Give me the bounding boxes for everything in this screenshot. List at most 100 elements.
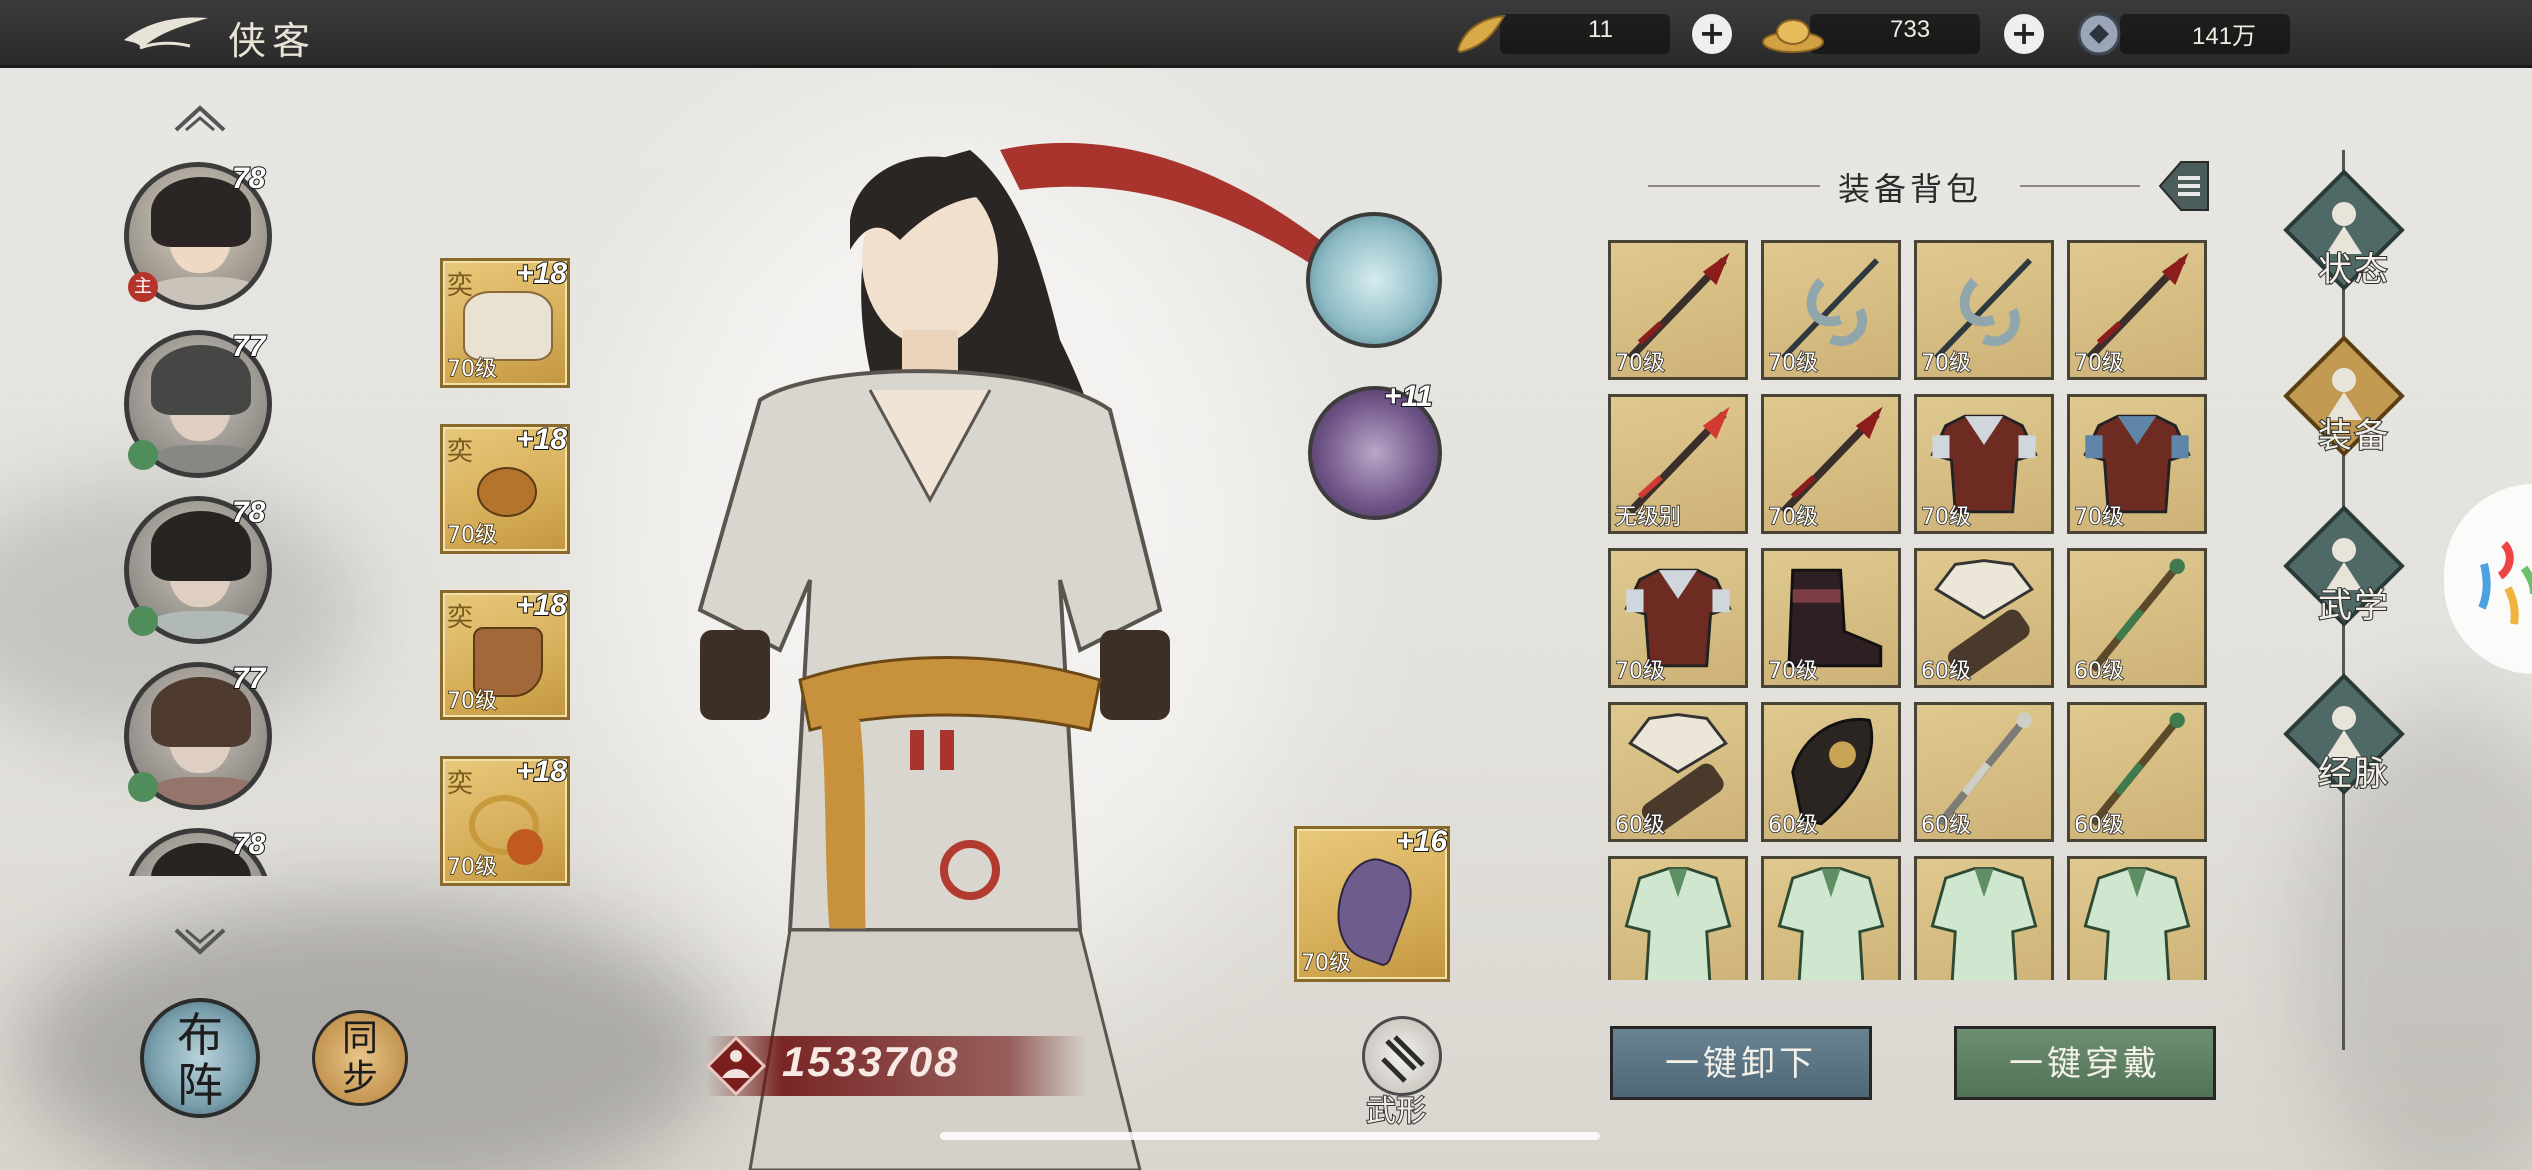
page-title: 侠客	[228, 19, 317, 63]
item-art-icon	[1930, 867, 2038, 980]
bag-item-armor[interactable]: 70级	[1608, 548, 1748, 688]
bag-item-armor-blue[interactable]: 70级	[2067, 394, 2207, 534]
item-level: 60级	[1614, 812, 1666, 839]
top-bar: 侠客 11 + 733 + 141万	[0, 0, 2532, 68]
bag-item-staff-silver[interactable]: 60级	[1914, 702, 2054, 842]
sync-button[interactable]: 同步	[312, 1010, 408, 1106]
hero-level: 77	[231, 661, 266, 696]
item-art-icon	[2083, 867, 2191, 980]
set-sigil: 奕	[447, 271, 474, 301]
back-brush-icon[interactable]	[120, 12, 210, 56]
role-badge-icon	[128, 440, 158, 470]
item-level: 70级	[446, 688, 498, 715]
bag-item-shield[interactable]: 60级	[1761, 702, 1901, 842]
bag-item-claw[interactable]: 70级	[1761, 240, 1901, 380]
side-nav-label: 状态	[2317, 249, 2390, 291]
bag-item-armor[interactable]: 70级	[1914, 394, 2054, 534]
enhance-level: +18	[515, 256, 568, 291]
formation-label: 布阵	[177, 1008, 223, 1112]
item-art-icon	[1624, 867, 1732, 980]
bag-item-staff[interactable]: 60级	[2067, 548, 2207, 688]
divider	[2020, 185, 2140, 187]
bag-item-fan[interactable]: 60级	[1608, 702, 1748, 842]
meditation-icon	[705, 1035, 767, 1097]
item-level: 70级	[1614, 658, 1666, 685]
bag-item-blade-red[interactable]: 无级别	[1608, 394, 1748, 534]
hero-level: 78	[231, 495, 266, 530]
bag-item-claw[interactable]: 70级	[1914, 240, 2054, 380]
floating-assistant-button[interactable]	[2444, 484, 2532, 674]
equipment-bag-grid: 70级 70级 70级 70级 无级别 70级 70级 70级 70级 70级 60级 60级 60级 6…	[1608, 240, 2220, 980]
equip-slot-robe[interactable]: 奕 +18 70级	[440, 256, 570, 388]
assistant-logo-icon	[2478, 541, 2532, 625]
sync-label: 同步	[341, 1018, 378, 1099]
set-sigil: 奕	[447, 437, 474, 467]
item-level: 60级	[1920, 812, 1972, 839]
divider	[1648, 185, 1820, 187]
item-level: 70级	[2073, 350, 2125, 377]
enhance-level: +16	[1395, 824, 1448, 859]
hero-level: 78	[231, 161, 266, 196]
bag-item-robe-green[interactable]	[1761, 856, 1901, 980]
item-art-icon	[1777, 867, 1885, 980]
combat-power-value: 1533708	[782, 1038, 960, 1085]
enhance-level: +18	[515, 588, 568, 623]
item-level: 60级	[1920, 658, 1972, 685]
wuxing-label: 武形	[1365, 1093, 1427, 1130]
sort-menu-icon[interactable]	[2150, 158, 2212, 214]
bag-item-robe-green[interactable]	[1608, 856, 1748, 980]
bag-item-staff[interactable]: 60级	[2067, 702, 2207, 842]
hero-level: 78	[231, 827, 266, 862]
enhance-level: +18	[515, 422, 568, 457]
item-level: 70级	[1300, 950, 1352, 977]
item-level: 70级	[1767, 658, 1819, 685]
gold-ingot-icon	[1456, 14, 1506, 54]
item-level: 70级	[446, 356, 498, 383]
equip-all-button[interactable]: 一键穿戴	[1954, 1026, 2216, 1100]
set-sigil: 奕	[447, 603, 474, 633]
item-level: 70级	[2073, 504, 2125, 531]
add-resource-button[interactable]: +	[1692, 14, 1732, 54]
equip-slot-belt[interactable]: 奕 +18 70级	[440, 422, 570, 554]
side-nav-label: 武学	[2317, 585, 2390, 627]
bag-item-robe-green[interactable]	[2067, 856, 2207, 980]
bag-item-robe-green[interactable]	[1914, 856, 2054, 980]
item-level: 70级	[1767, 350, 1819, 377]
gold-yuanbao-icon	[1762, 19, 1824, 53]
item-level: 70级	[1767, 504, 1819, 531]
item-level: 60级	[2073, 812, 2125, 839]
equip-slot-weapon[interactable]: +16 70级	[1294, 824, 1450, 982]
resource-value: 733	[1890, 16, 1931, 43]
bag-item-boots[interactable]: 70级	[1761, 548, 1901, 688]
home-indicator[interactable]	[940, 1132, 1600, 1140]
set-sigil: 奕	[447, 769, 474, 799]
bag-item-spear[interactable]: 70级	[1608, 240, 1748, 380]
wuxing-button[interactable]	[1362, 1016, 1442, 1096]
enhance-level: +18	[515, 754, 568, 789]
formation-button[interactable]: 布阵	[140, 998, 260, 1118]
cloud-orb-icon[interactable]	[1306, 212, 1442, 348]
item-level: 70级	[1920, 350, 1972, 377]
hero-level: 77	[231, 329, 266, 364]
bag-item-spear[interactable]: 70级	[2067, 240, 2207, 380]
unequip-all-button[interactable]: 一键卸下	[1610, 1026, 1872, 1100]
item-level: 70级	[1920, 504, 1972, 531]
equip-slot-ring[interactable]: 奕 +18 70级	[440, 754, 570, 886]
copper-coin-icon	[2077, 12, 2121, 56]
item-level: 70级	[446, 522, 498, 549]
item-level: 70级	[446, 854, 498, 881]
equip-slot-boots[interactable]: 奕 +18 70级	[440, 588, 570, 720]
item-level: 无级别	[1614, 504, 1682, 531]
role-badge-icon	[128, 606, 158, 636]
bag-item-spear[interactable]: 70级	[1761, 394, 1901, 534]
role-badge-icon	[128, 772, 158, 802]
item-level: 60级	[2073, 658, 2125, 685]
main-badge: 主	[128, 272, 158, 302]
item-level: 60级	[1767, 812, 1819, 839]
add-resource-button[interactable]: +	[2004, 14, 2044, 54]
scroll-down-icon[interactable]	[170, 920, 230, 960]
bag-item-fan[interactable]: 60级	[1914, 548, 2054, 688]
item-level: 70级	[1614, 350, 1666, 377]
hero-character-illustration	[697, 142, 1320, 1170]
scroll-up-icon[interactable]	[170, 100, 230, 140]
